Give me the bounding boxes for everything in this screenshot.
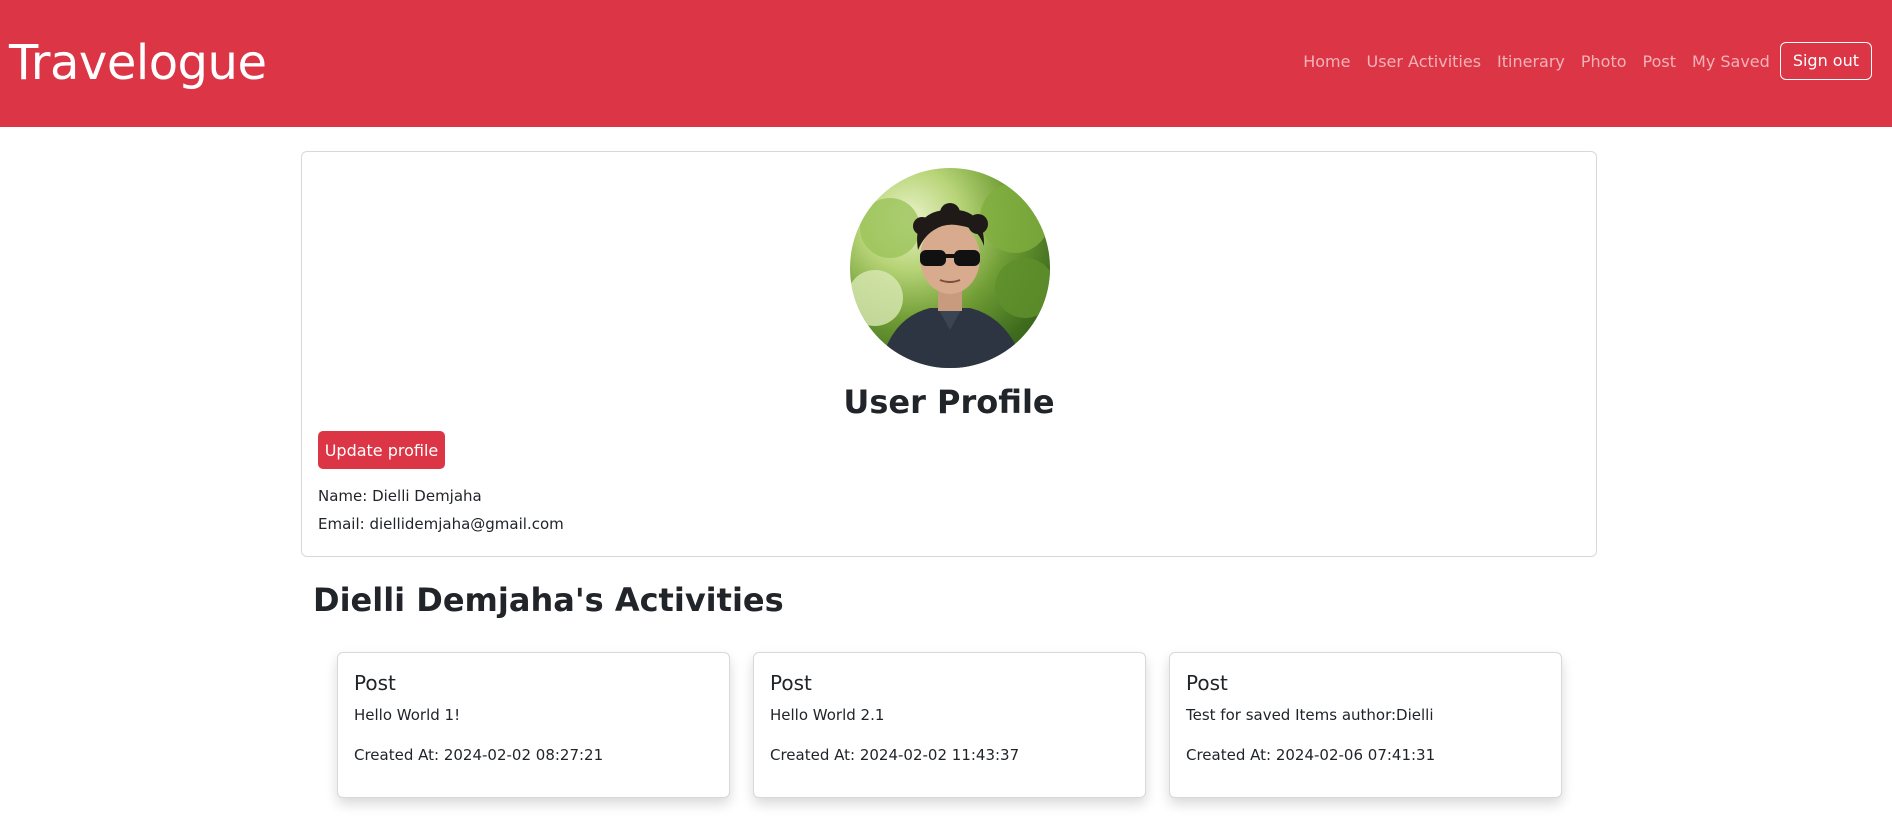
nav-links: Home User Activities Itinerary Photo Pos… [1303,42,1872,80]
profile-title: User Profile [843,383,1055,421]
activity-created-at: Created At: 2024-02-06 07:41:31 [1186,746,1436,764]
nav-home[interactable]: Home [1303,52,1350,71]
activity-type: Post [354,671,396,695]
brand-logo[interactable]: Travelogue [9,33,267,93]
activity-type: Post [770,671,812,695]
nav-post[interactable]: Post [1643,52,1676,71]
activities-title: Dielli Demjaha's Activities [313,581,784,619]
user-photo-icon [850,183,1050,368]
update-profile-button[interactable]: Update profile [318,431,445,469]
activity-type: Post [1186,671,1228,695]
sign-out-button[interactable]: Sign out [1779,42,1872,80]
navbar: Travelogue Home User Activities Itinerar… [0,0,1892,127]
profile-name: Name: Dielli Demjaha [318,487,482,505]
nav-photo[interactable]: Photo [1581,52,1627,71]
nav-my-saved[interactable]: My Saved [1692,52,1770,71]
profile-email: Email: diellidemjaha@gmail.com [318,515,564,533]
nav-user-activities[interactable]: User Activities [1366,52,1481,71]
activity-content: Hello World 1! [354,706,461,724]
activity-created-at: Created At: 2024-02-02 08:27:21 [354,746,604,764]
activity-card[interactable]: Post Hello World 1! Created At: 2024-02-… [337,652,730,798]
avatar [850,168,1050,368]
profile-card: User Profile Update profile Name: Dielli… [301,151,1597,557]
activity-content: Hello World 2.1 [770,706,885,724]
activity-content: Test for saved Items author:Dielli [1186,706,1434,724]
activity-card[interactable]: Post Hello World 2.1 Created At: 2024-02… [753,652,1146,798]
activity-created-at: Created At: 2024-02-02 11:43:37 [770,746,1020,764]
nav-itinerary[interactable]: Itinerary [1497,52,1565,71]
activity-card[interactable]: Post Test for saved Items author:Dielli … [1169,652,1562,798]
